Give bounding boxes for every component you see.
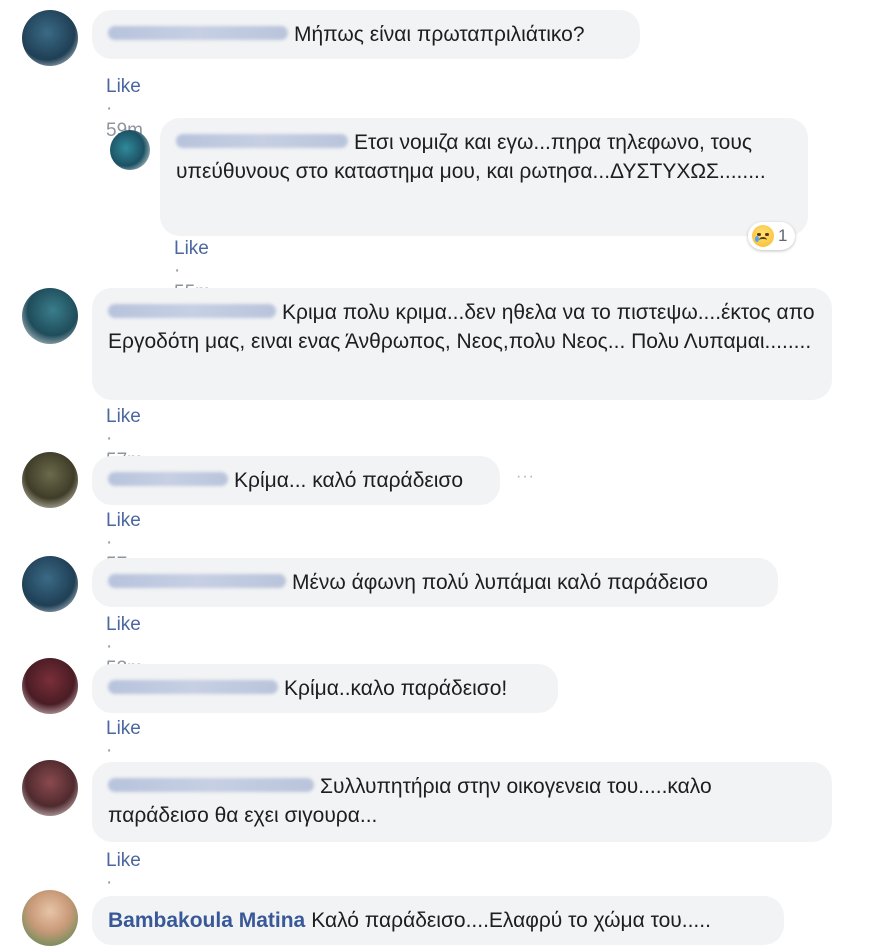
commenter-name-blurred[interactable] [108, 778, 314, 792]
comment-text: Κρίμα..καλο παράδεισο! [284, 677, 508, 700]
comment-bubble: Μήπως είναι πρωταπριλιάτικο? [92, 10, 640, 59]
comment-bubble: Κριμα πολυ κριμα...δεν ηθελα να το πιστε… [92, 288, 832, 400]
commenter-name-blurred[interactable] [108, 472, 228, 486]
like-button[interactable]: Like [106, 850, 141, 871]
like-button[interactable]: Like [106, 718, 141, 739]
avatar[interactable] [22, 452, 78, 508]
like-button[interactable]: Like [174, 238, 209, 259]
comment-bubble: Κρίμα... καλό παράδεισο [92, 456, 500, 505]
avatar[interactable] [110, 130, 150, 170]
avatar[interactable] [22, 658, 78, 714]
reaction-count: 1 [778, 226, 788, 245]
like-button[interactable]: Like [106, 614, 141, 635]
commenter-name[interactable]: Bambakoula Matina [108, 909, 305, 932]
avatar[interactable] [22, 890, 78, 946]
reaction-badge[interactable]: 1 [748, 222, 796, 250]
commenter-name-blurred[interactable] [108, 304, 276, 318]
commenter-name-blurred[interactable] [108, 26, 288, 40]
like-button[interactable]: Like [106, 76, 141, 97]
comment-text: Καλό παράδεισο....Ελαφρύ το χώμα του....… [311, 909, 711, 932]
comment-bubble: Bambakoula Matina Καλό παράδεισο....Ελαφρ… [92, 896, 784, 945]
like-button[interactable]: Like [106, 406, 141, 427]
comment-bubble: Ετσι νομιζα και εγω...πηρα τηλεφωνο, του… [160, 118, 808, 236]
like-button[interactable]: Like [106, 510, 141, 531]
comment-text: Κρίμα... καλό παράδεισο [234, 469, 464, 492]
comment-bubble: Συλλυπητήρια στην οικογενεια του.....καλ… [92, 762, 832, 842]
comment-bubble: Κρίμα..καλο παράδεισο! [92, 664, 558, 713]
comment-text: Μήπως είναι πρωταπριλιάτικο? [294, 23, 585, 46]
comment-bubble: Μένω άφωνη πολύ λυπάμαι καλό παράδεισο [92, 558, 778, 607]
more-options-icon[interactable]: ··· [516, 468, 535, 486]
avatar[interactable] [22, 10, 78, 66]
sad-face-icon [752, 225, 774, 247]
commenter-name-blurred[interactable] [176, 134, 348, 148]
comment-text: Μένω άφωνη πολύ λυπάμαι καλό παράδεισο [292, 571, 708, 594]
avatar[interactable] [22, 288, 78, 344]
avatar[interactable] [22, 760, 78, 816]
commenter-name-blurred[interactable] [108, 680, 278, 694]
avatar[interactable] [22, 556, 78, 612]
commenter-name-blurred[interactable] [108, 574, 286, 588]
